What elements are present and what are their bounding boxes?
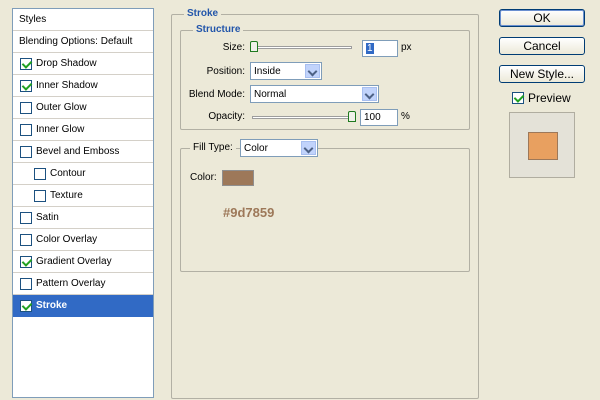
style-checkbox[interactable] bbox=[20, 211, 32, 224]
style-checkbox[interactable] bbox=[20, 79, 32, 92]
ok-button[interactable]: OK bbox=[499, 9, 585, 27]
style-checkbox[interactable] bbox=[20, 57, 32, 70]
style-item-label: Texture bbox=[50, 190, 83, 201]
style-checkbox[interactable] bbox=[20, 145, 32, 158]
style-item-label: Outer Glow bbox=[36, 102, 87, 113]
opacity-unit: % bbox=[401, 111, 410, 122]
blend-mode-select[interactable]: Normal bbox=[250, 85, 379, 103]
style-item-label: Pattern Overlay bbox=[36, 278, 106, 289]
style-item-label: Drop Shadow bbox=[36, 58, 97, 69]
preview-toggle[interactable]: Preview bbox=[512, 91, 571, 105]
stroke-title: Stroke bbox=[184, 8, 222, 19]
fill-type-select[interactable]: Color bbox=[240, 139, 318, 157]
style-checkbox[interactable] bbox=[20, 299, 32, 312]
style-item-label: Satin bbox=[36, 212, 59, 223]
cancel-button[interactable]: Cancel bbox=[499, 37, 585, 55]
blend-mode-label: Blend Mode: bbox=[188, 89, 245, 100]
opacity-input[interactable]: 100 bbox=[360, 109, 398, 126]
chevron-down-icon[interactable] bbox=[362, 87, 377, 101]
style-item-label: Inner Shadow bbox=[36, 80, 98, 91]
chevron-down-icon[interactable] bbox=[301, 141, 316, 155]
style-item-label: Bevel and Emboss bbox=[36, 146, 120, 157]
position-label: Position: bbox=[206, 66, 245, 77]
style-checkbox[interactable] bbox=[34, 167, 46, 180]
preview-swatch bbox=[528, 132, 558, 160]
size-label: Size: bbox=[222, 42, 245, 53]
structure-title: Structure bbox=[193, 24, 244, 35]
style-checkbox[interactable] bbox=[20, 233, 32, 246]
new-style-button[interactable]: New Style... bbox=[499, 65, 585, 83]
styles-header[interactable]: Styles bbox=[13, 9, 153, 31]
style-item-pattern-overlay[interactable]: Pattern Overlay bbox=[13, 273, 153, 295]
style-item-label: Inner Glow bbox=[36, 124, 85, 135]
style-checkbox[interactable] bbox=[20, 123, 32, 136]
opacity-label: Opacity: bbox=[208, 111, 245, 122]
fill-type-label: Fill Type: bbox=[190, 142, 236, 153]
preview-frame bbox=[509, 112, 575, 178]
blending-options-item[interactable]: Blending Options: Default bbox=[13, 31, 153, 53]
style-item-texture[interactable]: Texture bbox=[13, 185, 153, 207]
style-item-label: Gradient Overlay bbox=[36, 256, 112, 267]
size-input[interactable]: 1 bbox=[362, 40, 398, 57]
style-item-inner-shadow[interactable]: Inner Shadow bbox=[13, 75, 153, 97]
style-item-inner-glow[interactable]: Inner Glow bbox=[13, 119, 153, 141]
color-hex-text: #9d7859 bbox=[223, 205, 275, 220]
style-item-label: Contour bbox=[50, 168, 86, 179]
style-item-label: Stroke bbox=[36, 300, 68, 311]
style-item-satin[interactable]: Satin bbox=[13, 207, 153, 229]
style-checkbox[interactable] bbox=[20, 255, 32, 268]
style-item-drop-shadow[interactable]: Drop Shadow bbox=[13, 53, 153, 75]
style-item-bevel-and-emboss[interactable]: Bevel and Emboss bbox=[13, 141, 153, 163]
style-item-gradient-overlay[interactable]: Gradient Overlay bbox=[13, 251, 153, 273]
color-swatch[interactable] bbox=[222, 170, 254, 186]
style-checkbox[interactable] bbox=[20, 101, 32, 114]
style-item-color-overlay[interactable]: Color Overlay bbox=[13, 229, 153, 251]
style-checkbox[interactable] bbox=[34, 189, 46, 202]
color-label: Color: bbox=[190, 172, 217, 183]
chevron-down-icon[interactable] bbox=[305, 64, 320, 78]
opacity-slider-thumb[interactable] bbox=[348, 111, 356, 122]
position-select[interactable]: Inside bbox=[250, 62, 322, 80]
size-slider-track[interactable] bbox=[252, 46, 352, 49]
style-item-outer-glow[interactable]: Outer Glow bbox=[13, 97, 153, 119]
styles-list: Styles Blending Options: Default Drop Sh… bbox=[12, 8, 154, 398]
style-checkbox[interactable] bbox=[20, 277, 32, 290]
preview-checkbox[interactable] bbox=[512, 92, 524, 104]
size-slider-thumb[interactable] bbox=[250, 41, 258, 52]
style-item-contour[interactable]: Contour bbox=[13, 163, 153, 185]
style-item-stroke[interactable]: Stroke bbox=[13, 295, 153, 317]
size-unit: px bbox=[401, 42, 412, 53]
opacity-slider-track[interactable] bbox=[252, 116, 352, 119]
style-item-label: Color Overlay bbox=[36, 234, 98, 245]
